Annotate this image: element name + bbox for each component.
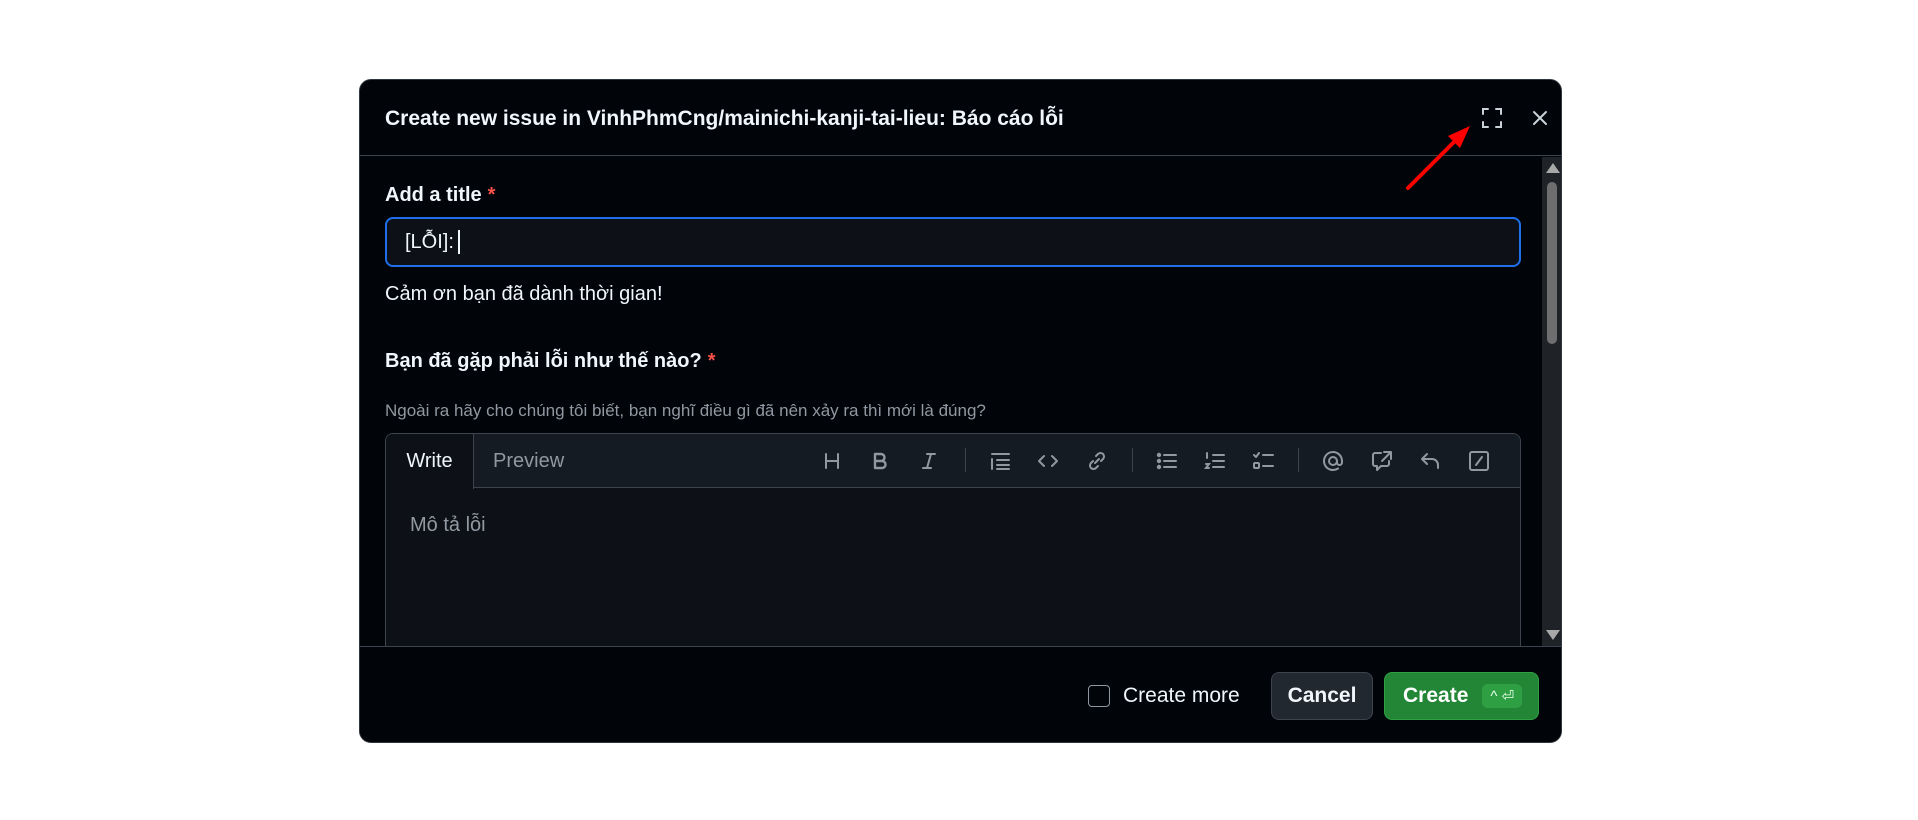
cancel-button[interactable]: Cancel	[1271, 672, 1373, 720]
reply-button[interactable]	[1416, 447, 1444, 475]
link-button[interactable]	[1083, 447, 1111, 475]
create-button[interactable]: Create ^ ⏎	[1384, 672, 1539, 720]
dialog-footer: Create more Cancel Create ^ ⏎	[360, 646, 1561, 742]
title-input[interactable]: [LỖI]:	[385, 217, 1521, 267]
slash-command-icon	[1469, 451, 1489, 471]
fullscreen-icon	[1482, 108, 1502, 128]
close-button[interactable]	[1524, 102, 1556, 134]
task-list-icon	[1253, 452, 1274, 469]
code-button[interactable]	[1034, 447, 1062, 475]
cancel-button-label: Cancel	[1287, 684, 1357, 707]
toolbar-divider	[1132, 448, 1133, 472]
dialog-title: Create new issue in VinhPhmCng/mainichi-…	[385, 107, 1064, 130]
reference-button[interactable]	[1368, 447, 1396, 475]
dialog-body: Add a title * [LỖI]: Cảm ơn bạn đã dành t…	[360, 157, 1542, 646]
task-list-button[interactable]	[1250, 447, 1278, 475]
required-marker: *	[487, 184, 496, 206]
italic-button[interactable]	[915, 447, 943, 475]
create-button-label: Create	[1403, 684, 1469, 707]
bold-button[interactable]	[866, 447, 894, 475]
mention-button[interactable]	[1319, 447, 1347, 475]
editor-toolbar: Write Preview	[386, 434, 1520, 489]
question-label-text: Bạn đã gặp phải lỗi như thế nào?	[385, 350, 702, 372]
ordered-list-button[interactable]	[1201, 447, 1229, 475]
reply-icon	[1421, 453, 1439, 469]
unordered-list-icon	[1156, 452, 1177, 470]
tab-write[interactable]: Write	[386, 434, 474, 489]
tab-preview-label: Preview	[493, 449, 565, 472]
ordered-list-icon	[1204, 452, 1225, 469]
question-field-label: Bạn đã gặp phải lỗi như thế nào? *	[385, 350, 716, 373]
bold-icon	[873, 452, 887, 470]
required-marker: *	[707, 350, 716, 372]
close-icon	[1533, 111, 1547, 125]
italic-icon	[922, 453, 936, 469]
keyboard-shortcut-badge: ^ ⏎	[1482, 684, 1523, 708]
slash-command-button[interactable]	[1465, 447, 1493, 475]
heading-icon	[825, 453, 839, 469]
toolbar-divider	[1298, 448, 1299, 472]
dialog-header: Create new issue in VinhPhmCng/mainichi-…	[360, 80, 1561, 156]
tab-write-label: Write	[406, 450, 453, 472]
unordered-list-button[interactable]	[1153, 447, 1181, 475]
title-field-label: Add a title *	[385, 184, 495, 207]
reference-icon	[1372, 451, 1392, 471]
fullscreen-button[interactable]	[1476, 102, 1508, 134]
code-icon	[1038, 455, 1058, 467]
question-hint: Ngoài ra hãy cho chúng tôi biết, bạn ngh…	[385, 401, 986, 420]
title-input-value: [LỖI]:	[405, 230, 454, 253]
editor-textarea-placeholder[interactable]: Mô tả lỗi	[410, 514, 486, 537]
markdown-editor: Write Preview Mô tả lỗi	[385, 433, 1521, 646]
heading-button[interactable]	[818, 447, 846, 475]
create-issue-dialog: Create new issue in VinhPhmCng/mainichi-…	[359, 79, 1562, 743]
quote-button[interactable]	[986, 447, 1014, 475]
scroll-down-arrow-icon[interactable]	[1546, 630, 1560, 640]
scrollbar-thumb[interactable]	[1547, 182, 1557, 344]
quote-icon	[991, 453, 1010, 470]
title-label-text: Add a title	[385, 184, 482, 206]
toolbar-divider	[965, 448, 966, 472]
dialog-scrollbar[interactable]	[1542, 157, 1561, 646]
create-more-checkbox[interactable]	[1088, 685, 1110, 707]
create-more-label[interactable]: Create more	[1123, 684, 1240, 708]
mention-icon	[1323, 451, 1343, 471]
link-icon	[1088, 451, 1106, 471]
thanks-text: Cảm ơn bạn đã dành thời gian!	[385, 283, 663, 305]
text-caret	[457, 230, 460, 254]
tab-preview[interactable]: Preview	[474, 434, 564, 488]
scroll-up-arrow-icon[interactable]	[1546, 163, 1560, 173]
